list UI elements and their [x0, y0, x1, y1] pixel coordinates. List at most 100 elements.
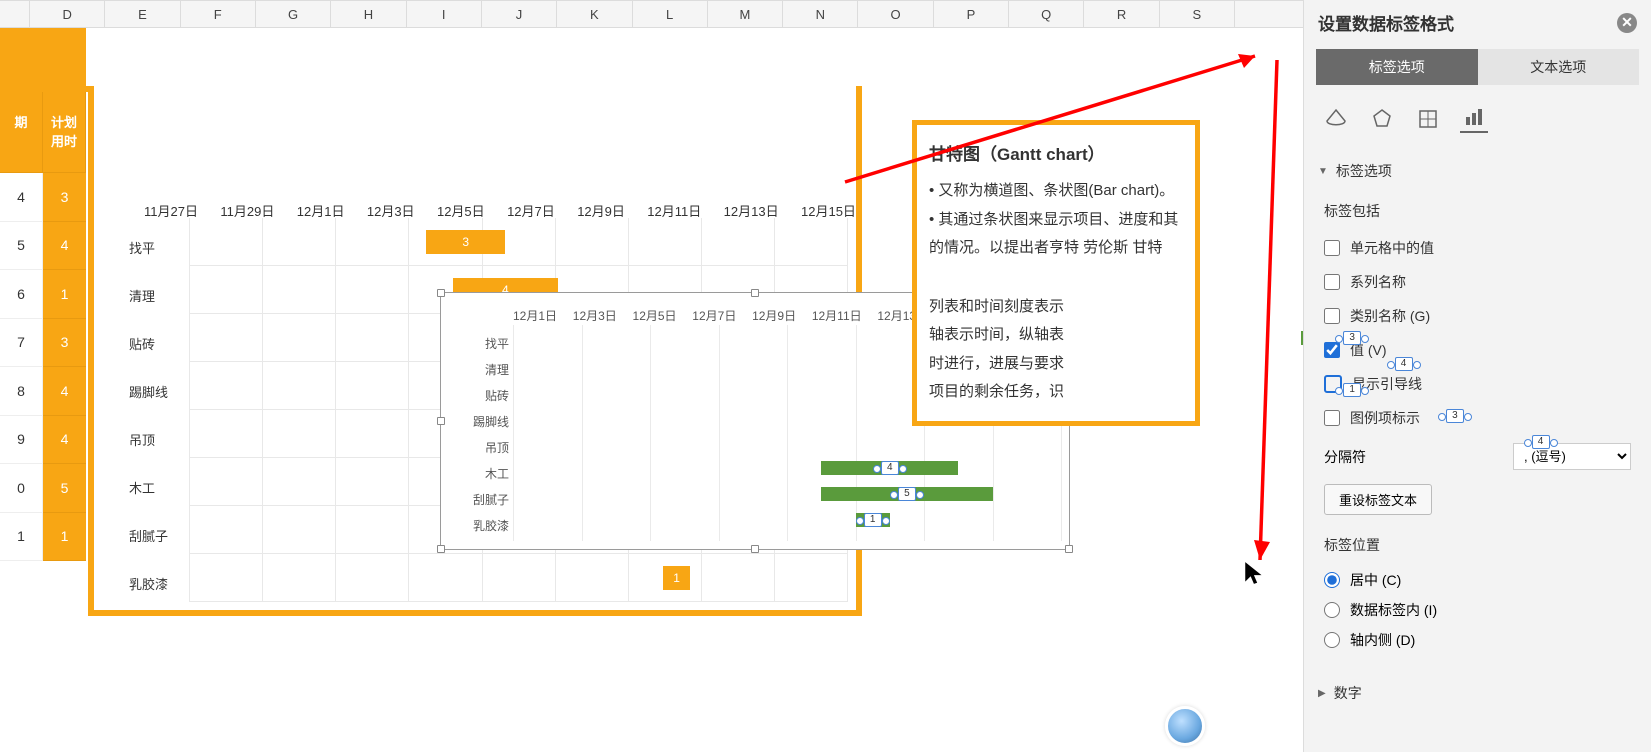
column-header[interactable]: N [783, 1, 858, 27]
column-header[interactable]: R [1084, 1, 1159, 27]
cell[interactable]: 4 [43, 416, 86, 465]
reset-label-text-button[interactable]: 重设标签文本 [1324, 484, 1432, 515]
resize-handle[interactable] [437, 545, 445, 553]
check-category-name[interactable]: 类别名称 (G) [1324, 299, 1631, 333]
effects-icon[interactable] [1368, 105, 1396, 133]
separator-select[interactable]: , (逗号) [1513, 443, 1631, 470]
column-header[interactable]: H [331, 1, 406, 27]
gantt-bar[interactable]: 1 [663, 566, 689, 590]
resize-handle[interactable] [1065, 545, 1073, 553]
cell[interactable]: 7 [0, 319, 43, 368]
x-tick: 12月3日 [573, 307, 617, 324]
cell[interactable]: 0 [0, 464, 43, 513]
y-tick: 踢脚线 [129, 382, 168, 401]
gantt-bar[interactable]: 3 [426, 230, 505, 254]
radio-inside-base[interactable]: 轴内侧 (D) [1324, 625, 1631, 655]
column-header[interactable]: P [934, 1, 1009, 27]
data-label[interactable]: 3 [1343, 331, 1361, 345]
data-label[interactable]: 1 [1343, 383, 1361, 397]
y-tick: 乳胶漆 [129, 574, 168, 593]
y-tick: 木工 [449, 461, 509, 487]
cell[interactable]: 5 [0, 222, 43, 271]
check-leader-lines[interactable]: 显示引导线 [1324, 367, 1631, 401]
check-legend-key[interactable]: 图例项标示 [1324, 401, 1631, 435]
panel-title-row: 设置数据标签格式 ✕ [1304, 0, 1651, 43]
column-header[interactable]: E [105, 1, 180, 27]
resize-handle[interactable] [437, 289, 445, 297]
column-header[interactable]: D [30, 1, 105, 27]
avatar [1165, 706, 1205, 746]
cell[interactable]: 1 [43, 270, 86, 319]
resize-handle[interactable] [437, 417, 445, 425]
check-cell-value[interactable]: 单元格中的值 [1324, 231, 1631, 265]
resize-handle[interactable] [751, 545, 759, 553]
column-header[interactable]: G [256, 1, 331, 27]
cell[interactable]: 4 [43, 222, 86, 271]
cell[interactable]: 1 [0, 513, 43, 562]
x-tick: 12月1日 [513, 307, 557, 324]
y-tick: 找平 [449, 331, 509, 357]
data-label[interactable]: 4 [881, 461, 899, 475]
tab-label-options[interactable]: 标签选项 [1316, 49, 1478, 85]
section-number[interactable]: ▶ 数字 [1304, 673, 1651, 713]
column-header[interactable]: S [1160, 1, 1235, 27]
cell[interactable]: 3 [43, 319, 86, 368]
info-line: 时进行，进展与要求 [929, 350, 1183, 379]
panel-icon-row [1304, 95, 1651, 147]
green-y-axis: 找平清理贴砖踢脚线吊顶木工刮腻子乳胶漆 [449, 331, 509, 539]
column-header[interactable]: F [181, 1, 256, 27]
fill-icon[interactable] [1322, 105, 1350, 133]
column-header[interactable]: K [557, 1, 632, 27]
info-text-box[interactable]: 甘特图（Gantt chart） • 又称为横道图、条状图(Bar chart)… [912, 120, 1200, 426]
cell[interactable]: 4 [43, 367, 86, 416]
data-label[interactable]: 3 [1446, 409, 1464, 423]
data-label[interactable]: 4 [1395, 357, 1413, 371]
info-title: 甘特图（Gantt chart） [929, 139, 1183, 171]
y-tick: 乳胶漆 [449, 513, 509, 539]
data-label[interactable]: 5 [898, 487, 916, 501]
column-header[interactable]: M [708, 1, 783, 27]
label-contains-heading: 标签包括 [1324, 195, 1631, 231]
radio-inside-end[interactable]: 数据标签内 (I) [1324, 595, 1631, 625]
left-table: 期 计划用时 4354617384940511 [0, 28, 86, 561]
close-icon[interactable]: ✕ [1617, 13, 1637, 33]
info-line: • 其通过条状图来显示项目、进度和其 [929, 206, 1183, 235]
resize-handle[interactable] [751, 289, 759, 297]
x-tick: 12月7日 [692, 307, 736, 324]
column-header[interactable]: I [407, 1, 482, 27]
info-line: 轴表示时间，纵轴表 [929, 321, 1183, 350]
data-label[interactable]: 1 [864, 513, 882, 527]
check-value[interactable]: 值 (V) [1324, 333, 1631, 367]
left-table-header: 期 计划用时 [0, 90, 86, 173]
format-data-labels-panel: 设置数据标签格式 ✕ 标签选项 文本选项 ▼ 标签选项 标签包括 单元格中的值 … [1303, 0, 1651, 752]
radio-center[interactable]: 居中 (C) [1324, 565, 1631, 595]
mouse-cursor-icon [1242, 560, 1268, 591]
column-header[interactable]: J [482, 1, 557, 27]
cell[interactable]: 4 [0, 173, 43, 222]
y-tick: 刮腻子 [449, 487, 509, 513]
cell[interactable]: 9 [0, 416, 43, 465]
y-tick: 找平 [129, 238, 155, 257]
tab-text-options[interactable]: 文本选项 [1478, 49, 1640, 85]
cell[interactable]: 5 [43, 464, 86, 513]
separator-label: 分隔符 [1324, 447, 1366, 467]
check-series-name[interactable]: 系列名称 [1324, 265, 1631, 299]
chart-options-icon[interactable] [1460, 105, 1488, 133]
data-label[interactable]: 4 [1532, 435, 1550, 449]
cell[interactable]: 3 [43, 173, 86, 222]
y-tick: 清理 [129, 286, 155, 305]
cell[interactable]: 8 [0, 367, 43, 416]
y-tick: 踢脚线 [449, 409, 509, 435]
cell[interactable]: 6 [0, 270, 43, 319]
separator-row: 分隔符 , (逗号) [1324, 435, 1631, 478]
size-icon[interactable] [1414, 105, 1442, 133]
column-header[interactable]: L [633, 1, 708, 27]
row-gutter [0, 1, 30, 27]
info-line: • 又称为横道图、条状图(Bar chart)。 [929, 177, 1183, 206]
section-label-options[interactable]: ▼ 标签选项 [1304, 151, 1651, 191]
y-tick: 贴砖 [129, 334, 155, 353]
column-header[interactable]: O [858, 1, 933, 27]
column-header[interactable]: Q [1009, 1, 1084, 27]
cell[interactable]: 1 [43, 513, 86, 562]
worksheet-area[interactable]: 期 计划用时 4354617384940511 11月27日11月29日12月1… [0, 28, 1205, 752]
